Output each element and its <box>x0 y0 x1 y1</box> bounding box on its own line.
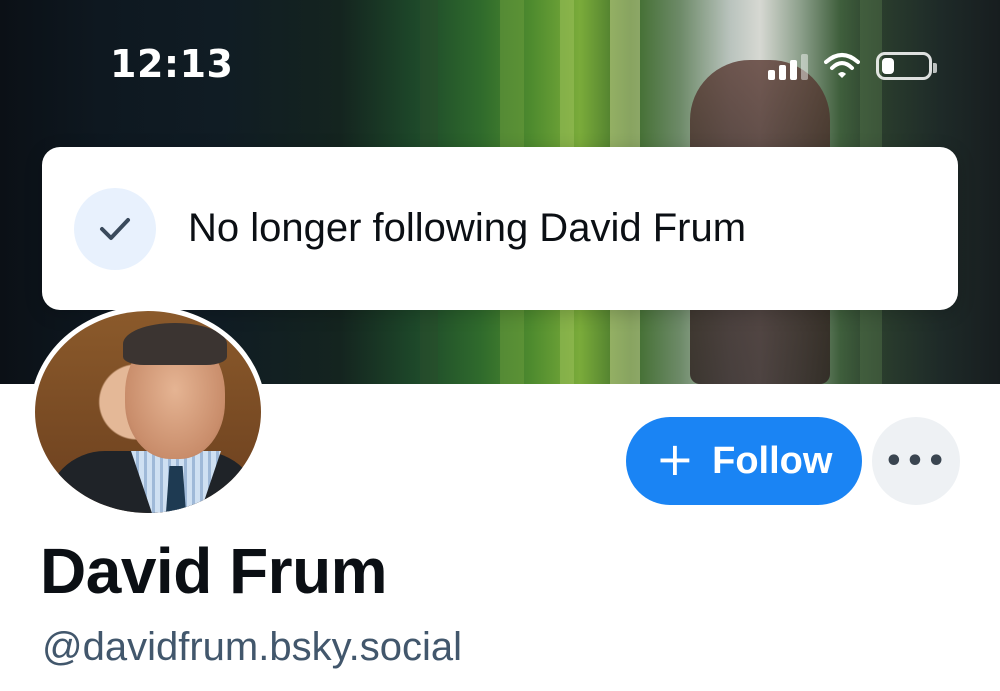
toast-message: No longer following David Frum <box>188 206 747 250</box>
checkmark-icon <box>74 187 156 270</box>
more-options-button[interactable]: ••• <box>872 417 960 505</box>
more-options-icon: ••• <box>884 443 948 479</box>
avatar-hair <box>123 323 227 365</box>
toast-notification: No longer following David Frum <box>42 147 958 310</box>
follow-button-label: Follow <box>712 439 833 482</box>
battery-icon <box>876 52 937 80</box>
wifi-icon <box>824 52 860 80</box>
follow-button[interactable]: + Follow <box>626 417 862 505</box>
status-time: 12:13 <box>110 42 234 86</box>
avatar[interactable] <box>30 306 266 518</box>
display-name: David Frum <box>40 535 388 607</box>
status-icons <box>768 52 937 80</box>
plus-icon: + <box>655 432 695 486</box>
signal-icon <box>768 52 808 80</box>
profile-handle: @davidfrum.bsky.social <box>42 625 462 669</box>
